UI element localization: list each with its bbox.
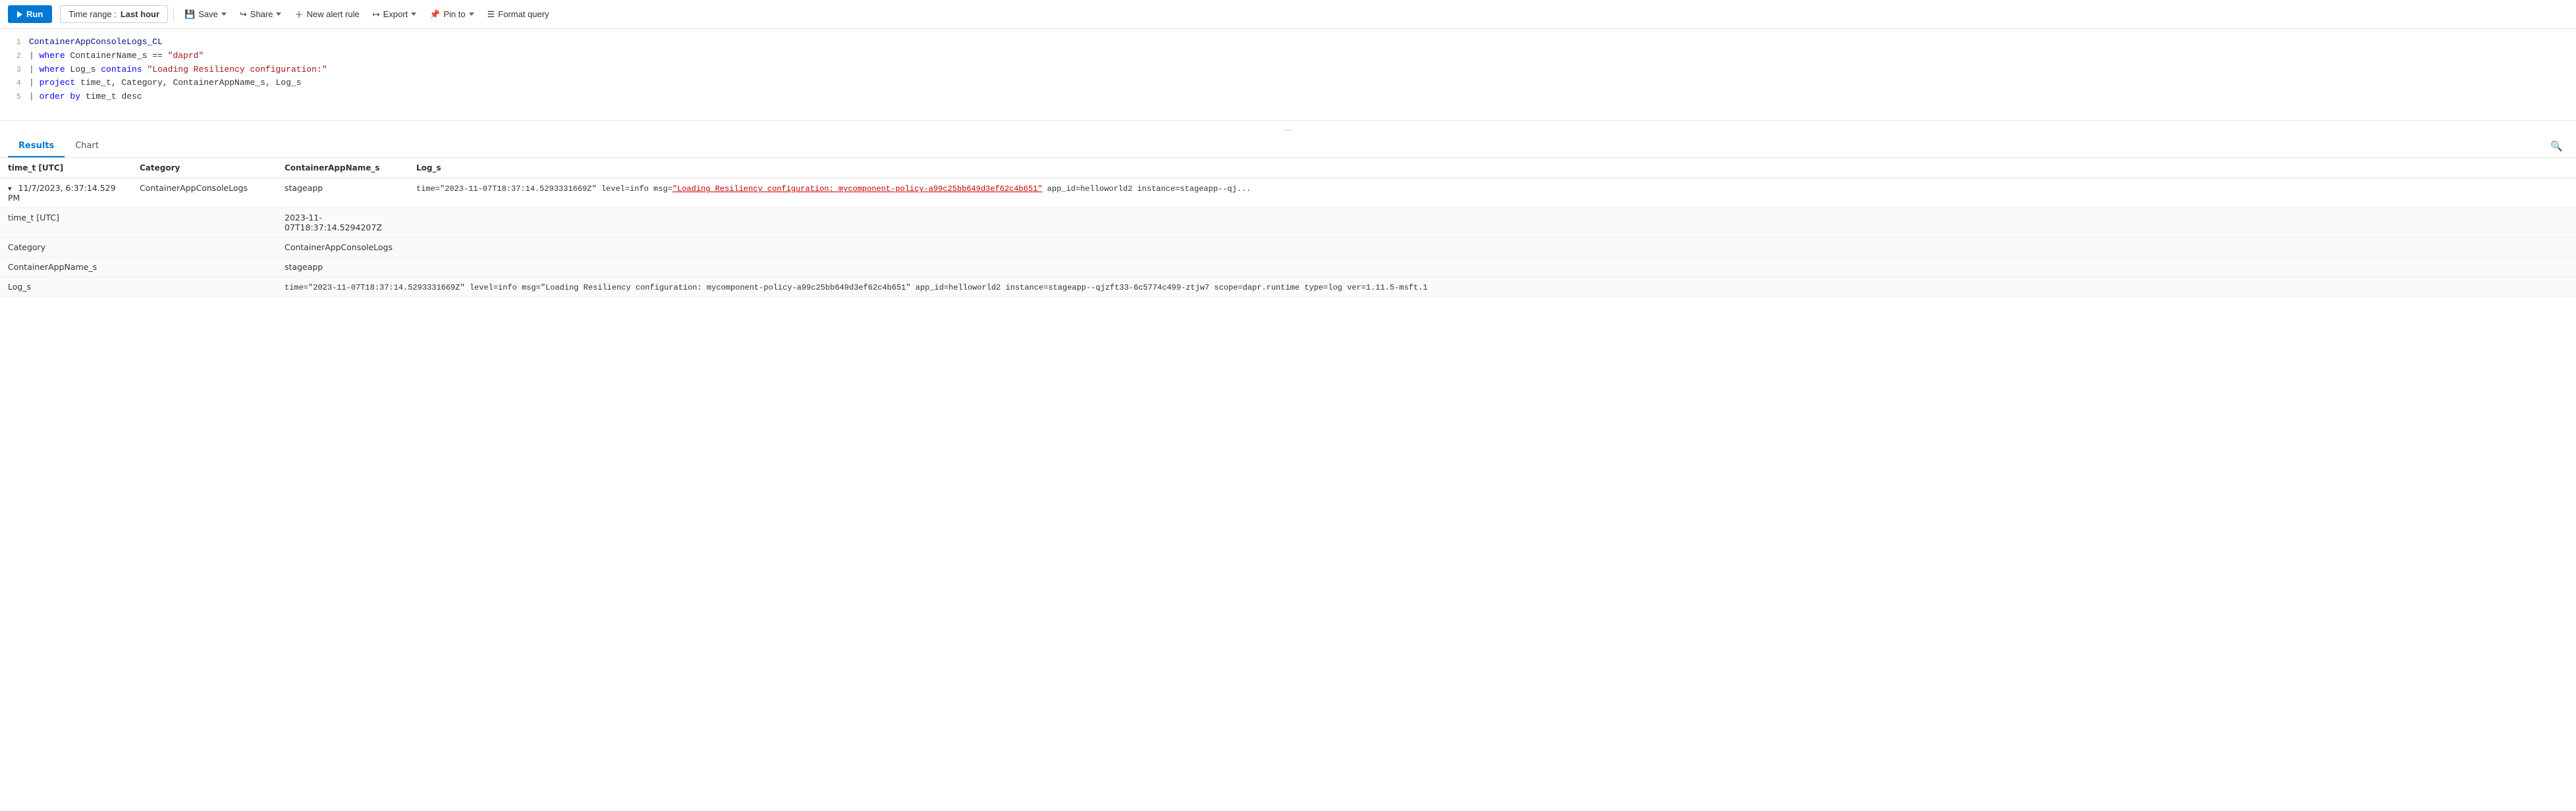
results-area: time_t [UTC] Category ContainerAppName_s… — [0, 158, 2576, 298]
cell-log-s: time="2023-11-07T18:37:14.5293331669Z" l… — [408, 178, 2576, 208]
pin-to-label: Pin to — [443, 9, 465, 19]
expanded-value-logs — [132, 277, 277, 298]
run-button[interactable]: Run — [8, 5, 52, 23]
col-header-container-app: ContainerAppName_s — [277, 158, 408, 178]
export-icon: ↦ — [373, 9, 380, 20]
tabs-left: Results Chart — [8, 136, 109, 157]
code-content-5: | order by time_t desc — [29, 90, 142, 104]
expanded-value-time — [132, 208, 277, 238]
toolbar: Run Time range : Last hour 💾 Save ↪ Shar… — [0, 0, 2576, 29]
share-icon: ↪ — [240, 9, 247, 20]
code-content-2: | where ContainerName_s == "daprd" — [29, 49, 204, 63]
code-content-4: | project time_t, Category, ContainerApp… — [29, 76, 301, 90]
pin-chevron-icon — [469, 13, 474, 16]
table-row: ▾ 11/7/2023, 6:37:14.529 PM ContainerApp… — [0, 178, 2576, 208]
expanded-value-cat-2: ContainerAppConsoleLogs — [277, 238, 408, 257]
expanded-row-time: time_t [UTC] 2023-11-07T18:37:14.5294207… — [0, 208, 2576, 238]
save-button[interactable]: 💾 Save — [179, 6, 232, 23]
code-content-1: ContainerAppConsoleLogs_CL — [29, 36, 163, 49]
line-number-4: 4 — [5, 77, 21, 90]
time-range-value: Last hour — [121, 9, 159, 19]
expanded-value-container-2: stageapp — [277, 257, 408, 277]
expanded-key-logs: Log_s — [0, 277, 132, 298]
code-content-3: | where Log_s contains "Loading Resilien… — [29, 63, 327, 77]
search-icon[interactable]: 🔍 — [2545, 135, 2568, 157]
expanded-row-logs: Log_s time="2023-11-07T18:37:14.52933316… — [0, 277, 2576, 298]
save-icon: 💾 — [184, 9, 195, 20]
format-query-label: Format query — [498, 9, 549, 19]
export-button[interactable]: ↦ Export — [368, 6, 422, 23]
time-range-label: Time range : — [69, 9, 117, 19]
export-label: Export — [383, 9, 408, 19]
results-table: time_t [UTC] Category ContainerAppName_s… — [0, 158, 2576, 298]
code-line-5: 5 | order by time_t desc — [0, 90, 2576, 104]
line-number-3: 3 — [5, 64, 21, 76]
expanded-value-container-3 — [408, 257, 2576, 277]
export-chevron-icon — [411, 13, 416, 16]
cell-time: ▾ 11/7/2023, 6:37:14.529 PM — [0, 178, 132, 208]
new-alert-button[interactable]: ＋ New alert rule — [289, 5, 364, 24]
expanded-key-container: ContainerAppName_s — [0, 257, 132, 277]
pin-to-button[interactable]: 📌 Pin to — [424, 6, 479, 23]
expanded-key-category: Category — [0, 238, 132, 257]
time-range-button[interactable]: Time range : Last hour — [60, 5, 168, 23]
play-icon — [17, 11, 22, 18]
save-label: Save — [198, 9, 218, 19]
share-label: Share — [250, 9, 273, 19]
expanded-value-cat — [132, 238, 277, 257]
share-button[interactable]: ↪ Share — [234, 6, 287, 23]
expand-toggle[interactable]: ▾ — [8, 184, 12, 193]
log-s-text: time="2023-11-07T18:37:14.5293331669Z" l… — [416, 184, 1251, 194]
run-label: Run — [26, 9, 43, 19]
expanded-value-time-2: 2023-11-07T18:37:14.5294207Z — [277, 208, 408, 238]
cell-container-app: stageapp — [277, 178, 408, 208]
line-number-5: 5 — [5, 91, 21, 103]
share-chevron-icon — [276, 13, 281, 16]
code-line-4: 4 | project time_t, Category, ContainerA… — [0, 76, 2576, 90]
expanded-row-category: Category ContainerAppConsoleLogs — [0, 238, 2576, 257]
save-chevron-icon — [221, 13, 227, 16]
log-s-highlight: "Loading Resiliency configuration: mycom… — [672, 184, 1043, 194]
expanded-value-logs-2: time="2023-11-07T18:37:14.5293331669Z" l… — [277, 277, 2576, 298]
format-query-icon: ☰ — [487, 9, 495, 20]
tab-results[interactable]: Results — [8, 136, 65, 157]
expanded-key-time: time_t [UTC] — [0, 208, 132, 238]
tab-chart[interactable]: Chart — [65, 136, 109, 157]
code-editor[interactable]: 1 ContainerAppConsoleLogs_CL 2 | where C… — [0, 29, 2576, 121]
new-alert-label: New alert rule — [307, 9, 360, 19]
col-header-category: Category — [132, 158, 277, 178]
table-header-row: time_t [UTC] Category ContainerAppName_s… — [0, 158, 2576, 178]
new-alert-icon: ＋ — [294, 8, 303, 20]
col-header-log-s: Log_s — [408, 158, 2576, 178]
code-line-3: 3 | where Log_s contains "Loading Resili… — [0, 63, 2576, 77]
expand-indicator: ... — [0, 121, 2576, 135]
expanded-value-container — [132, 257, 277, 277]
table-body: ▾ 11/7/2023, 6:37:14.529 PM ContainerApp… — [0, 178, 2576, 298]
line-number-1: 1 — [5, 36, 21, 49]
col-header-time: time_t [UTC] — [0, 158, 132, 178]
cell-category: ContainerAppConsoleLogs — [132, 178, 277, 208]
expanded-value-cat-3 — [408, 238, 2576, 257]
pin-icon: 📌 — [429, 9, 440, 20]
divider-1 — [173, 7, 174, 22]
code-line-1: 1 ContainerAppConsoleLogs_CL — [0, 36, 2576, 49]
format-query-button[interactable]: ☰ Format query — [482, 6, 555, 23]
line-number-2: 2 — [5, 50, 21, 63]
tabs-bar: Results Chart 🔍 — [0, 135, 2576, 158]
table-header: time_t [UTC] Category ContainerAppName_s… — [0, 158, 2576, 178]
code-line-2: 2 | where ContainerName_s == "daprd" — [0, 49, 2576, 63]
expanded-value-time-3 — [408, 208, 2576, 238]
expanded-row-container: ContainerAppName_s stageapp — [0, 257, 2576, 277]
